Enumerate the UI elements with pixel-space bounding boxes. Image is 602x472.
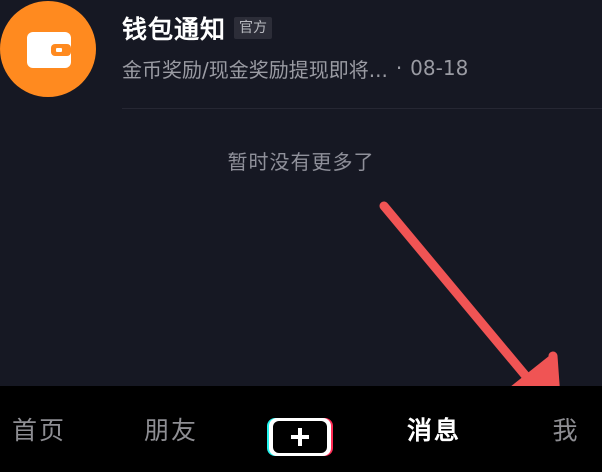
notification-date: 08-18	[410, 56, 469, 80]
official-badge: 官方	[234, 17, 273, 39]
notification-title-row: 钱包通知 官方	[122, 10, 273, 46]
tab-friends[interactable]: 朋友	[132, 386, 210, 472]
notification-preview-row: 金币奖励/现金奖励提现即将... · 08-18	[122, 52, 468, 84]
notification-title: 钱包通知	[122, 15, 227, 44]
preview-separator: ·	[395, 56, 403, 80]
avatar[interactable]	[0, 1, 96, 97]
wallet-icon	[27, 32, 71, 68]
wallet-notification-item[interactable]: 钱包通知 官方 金币奖励/现金奖励提现即将... · 08-18	[0, 0, 602, 110]
messages-screen: 钱包通知 官方 金币奖励/现金奖励提现即将... · 08-18 暂时没有更多了…	[0, 0, 602, 472]
create-button[interactable]	[265, 416, 335, 458]
tab-home[interactable]: 首页	[0, 386, 78, 472]
tab-messages[interactable]: 消息	[394, 386, 474, 472]
tab-me[interactable]: 我	[536, 386, 596, 472]
divider	[122, 108, 602, 109]
notification-preview: 金币奖励/现金奖励提现即将...	[122, 57, 388, 82]
no-more-text: 暂时没有更多了	[227, 150, 375, 174]
